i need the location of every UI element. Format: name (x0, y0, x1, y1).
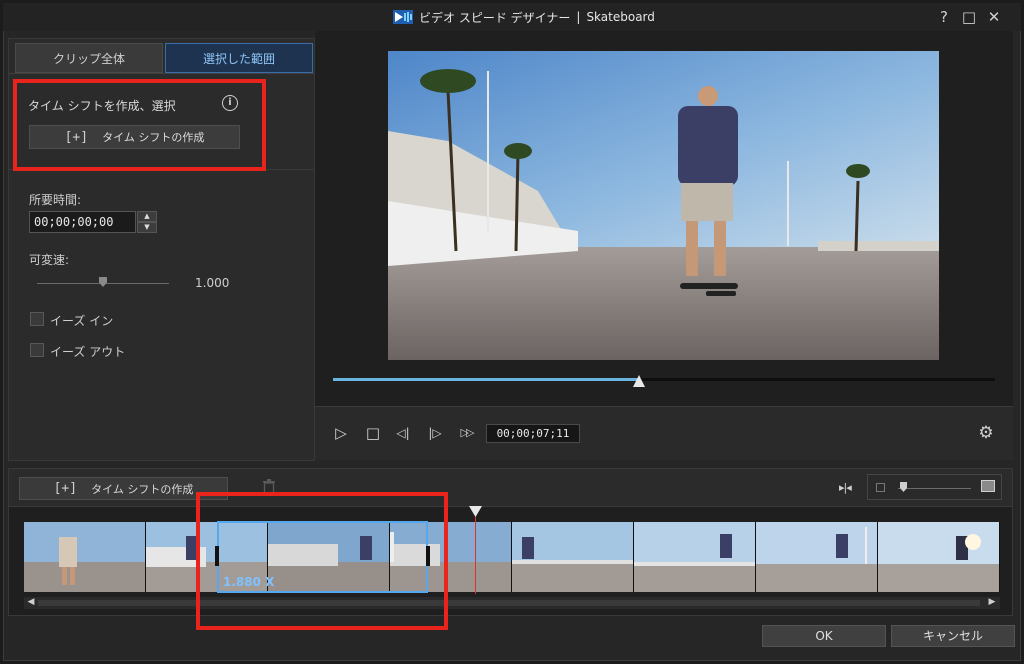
project-name: Skateboard (586, 10, 655, 24)
fast-forward-icon[interactable]: ▷▷ (454, 424, 478, 442)
ok-button[interactable]: OK (762, 625, 886, 647)
title-bar: ビデオ スピード デザイナー | Skateboard ? □ ✕ (3, 3, 1021, 31)
maximize-icon[interactable]: □ (961, 9, 977, 25)
duration-input[interactable]: 00;00;00;00 (29, 211, 136, 233)
help-icon[interactable]: ? (936, 9, 952, 25)
clip-thumbnail (24, 522, 146, 592)
next-frame-icon[interactable]: |▷ (424, 424, 446, 442)
ease-out-label: イーズ アウト (50, 345, 126, 359)
prev-frame-icon[interactable]: ◁| (392, 424, 414, 442)
cancel-button[interactable]: キャンセル (891, 625, 1015, 647)
fit-to-window-icon[interactable]: ▸|◂ (839, 481, 861, 495)
ease-out-checkbox[interactable] (30, 343, 44, 357)
ease-in-checkbox[interactable] (30, 312, 44, 326)
tab-divider (9, 73, 314, 74)
close-icon[interactable]: ✕ (986, 9, 1002, 25)
tab-selected-range[interactable]: 選択した範囲 (165, 43, 313, 73)
playhead-line (475, 516, 476, 594)
current-timecode: 00;00;07;11 (486, 424, 580, 443)
annotation-highlight-clip (196, 492, 448, 630)
clip-thumbnail (756, 522, 878, 592)
seek-progress (333, 378, 639, 381)
timeline-create-label: タイム シフトの作成 (91, 482, 194, 496)
play-icon[interactable]: ▷ (332, 424, 350, 442)
timeline-scroll-thumb[interactable] (38, 600, 980, 606)
speed-value: 1.000 (195, 276, 230, 290)
zoom-in-icon[interactable] (981, 480, 995, 492)
window-title: ビデオ スピード デザイナー | Skateboard (393, 8, 655, 26)
panel-tabs: クリップ全体 選択した範囲 (15, 43, 313, 73)
stop-icon[interactable]: □ (364, 424, 382, 442)
clip-filmstrip[interactable] (24, 522, 1000, 592)
tab-entire-clip[interactable]: クリップ全体 (15, 43, 163, 73)
scroll-left-icon[interactable]: ◀ (25, 596, 37, 608)
speed-slider-thumb[interactable] (99, 277, 107, 287)
settings-icon[interactable]: ⚙ (977, 424, 995, 442)
clip-thumbnail (634, 522, 756, 592)
zoom-out-icon[interactable] (876, 483, 885, 492)
annotation-highlight-create (13, 79, 266, 171)
spin-up-icon[interactable]: ▲ (137, 211, 157, 222)
ease-in-label: イーズ イン (50, 314, 114, 328)
clip-thumbnail (878, 522, 1000, 592)
video-preview-frame (388, 51, 939, 360)
app-logo-icon (393, 10, 413, 24)
app-name: ビデオ スピード デザイナー (419, 10, 571, 25)
title-separator: | (576, 10, 581, 24)
variable-speed-label: 可変速: (29, 253, 70, 267)
zoom-slider-track[interactable] (898, 488, 971, 489)
duration-label: 所要時間: (29, 193, 82, 207)
clip-thumbnail (512, 522, 634, 592)
spin-down-icon[interactable]: ▼ (137, 222, 157, 233)
add-range-icon: [+] (53, 481, 78, 496)
playback-controls (315, 406, 1013, 460)
scroll-right-icon[interactable]: ▶ (986, 596, 998, 608)
